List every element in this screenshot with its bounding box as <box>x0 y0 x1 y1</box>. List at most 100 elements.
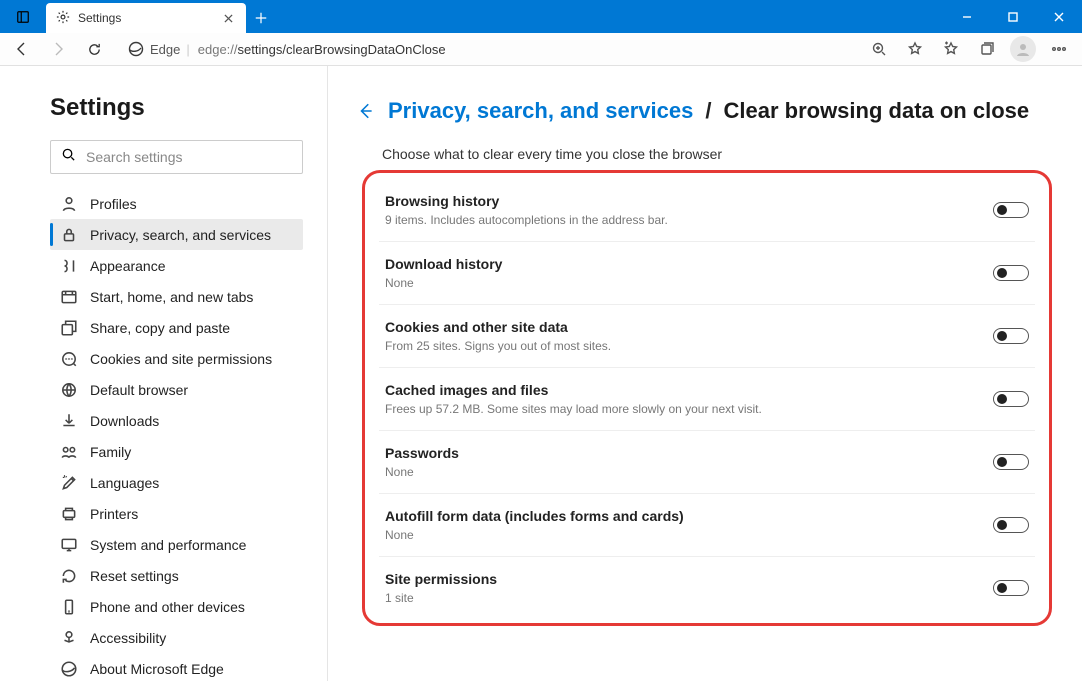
refresh-button[interactable] <box>78 35 110 63</box>
search-input[interactable] <box>86 149 292 165</box>
search-icon <box>61 147 76 167</box>
sidebar-item-default-browser[interactable]: Default browser <box>50 374 303 405</box>
breadcrumb-separator: / <box>705 98 711 124</box>
sidebar-item-share-copy-and-paste[interactable]: Share, copy and paste <box>50 312 303 343</box>
sidebar-item-label: Appearance <box>90 258 166 274</box>
settings-nav-list: Profiles Privacy, search, and services App… <box>50 188 303 681</box>
toolbar-right <box>862 35 1076 63</box>
sidebar-item-system-and-performance[interactable]: System and performance <box>50 529 303 560</box>
option-text: Autofill form data (includes forms and c… <box>385 508 684 542</box>
nav-icon <box>60 598 78 616</box>
sidebar-item-label: Start, home, and new tabs <box>90 289 253 305</box>
tab-actions-button[interactable] <box>0 0 46 33</box>
option-title: Browsing history <box>385 193 668 209</box>
address-url: edge://settings/clearBrowsingDataOnClose <box>198 42 446 57</box>
sidebar-item-family[interactable]: Family <box>50 436 303 467</box>
nav-icon <box>60 660 78 678</box>
breadcrumb: Privacy, search, and services / Clear br… <box>356 98 1058 124</box>
nav-icon <box>60 319 78 337</box>
forward-button[interactable] <box>42 35 74 63</box>
tab-settings[interactable]: Settings <box>46 3 246 33</box>
toggle-switch[interactable] <box>993 265 1029 281</box>
settings-content: Privacy, search, and services / Clear br… <box>328 66 1082 681</box>
tab-strip: Settings <box>46 0 276 33</box>
sidebar-item-label: Share, copy and paste <box>90 320 230 336</box>
profile-avatar[interactable] <box>1006 35 1040 63</box>
toggle-switch[interactable] <box>993 580 1029 596</box>
toggle-switch[interactable] <box>993 517 1029 533</box>
sidebar-item-privacy-search-and-services[interactable]: Privacy, search, and services <box>50 219 303 250</box>
toggle-switch[interactable] <box>993 454 1029 470</box>
nav-icon <box>60 412 78 430</box>
sidebar-item-printers[interactable]: Printers <box>50 498 303 529</box>
option-desc: None <box>385 276 502 290</box>
maximize-button[interactable] <box>990 0 1036 33</box>
nav-icon <box>60 474 78 492</box>
sidebar-item-start-home-and-new-tabs[interactable]: Start, home, and new tabs <box>50 281 303 312</box>
tab-title: Settings <box>78 11 121 25</box>
sidebar-item-label: Phone and other devices <box>90 599 245 615</box>
option-row: Cookies and other site data From 25 sites… <box>379 305 1035 368</box>
sidebar-item-phone-and-other-devices[interactable]: Phone and other devices <box>50 591 303 622</box>
option-desc: From 25 sites. Signs you out of most sit… <box>385 339 611 353</box>
sidebar-item-accessibility[interactable]: Accessibility <box>50 622 303 653</box>
toggle-switch[interactable] <box>993 328 1029 344</box>
new-tab-button[interactable] <box>246 3 276 33</box>
titlebar-drag-region <box>276 0 944 33</box>
nav-icon <box>60 381 78 399</box>
sidebar-item-label: Profiles <box>90 196 137 212</box>
sidebar-item-cookies-and-site-permissions[interactable]: Cookies and site permissions <box>50 343 303 374</box>
sidebar-item-reset-settings[interactable]: Reset settings <box>50 560 303 591</box>
window-controls <box>944 0 1082 33</box>
star-plus-icon[interactable] <box>898 35 932 63</box>
breadcrumb-back-icon[interactable] <box>356 101 376 121</box>
toggle-switch[interactable] <box>993 391 1029 407</box>
option-text: Cookies and other site data From 25 sites… <box>385 319 611 353</box>
minimize-button[interactable] <box>944 0 990 33</box>
sidebar-item-label: System and performance <box>90 537 246 553</box>
option-row: Autofill form data (includes forms and c… <box>379 494 1035 557</box>
section-subtitle: Choose what to clear every time you clos… <box>382 146 1058 162</box>
collections-icon[interactable] <box>970 35 1004 63</box>
option-text: Cached images and files Frees up 57.2 MB.… <box>385 382 762 416</box>
browser-toolbar: Edge | edge://settings/clearBrowsingData… <box>0 33 1082 66</box>
sidebar-item-label: Accessibility <box>90 630 166 646</box>
sidebar-item-appearance[interactable]: Appearance <box>50 250 303 281</box>
option-desc: None <box>385 465 459 479</box>
address-provider: Edge <box>150 42 180 57</box>
close-window-button[interactable] <box>1036 0 1082 33</box>
titlebar: Settings <box>0 0 1082 33</box>
sidebar-item-downloads[interactable]: Downloads <box>50 405 303 436</box>
option-title: Cookies and other site data <box>385 319 611 335</box>
sidebar-item-profiles[interactable]: Profiles <box>50 188 303 219</box>
page-title: Settings <box>50 94 303 122</box>
option-title: Cached images and files <box>385 382 762 398</box>
sidebar-item-label: Cookies and site permissions <box>90 351 272 367</box>
option-title: Site permissions <box>385 571 497 587</box>
option-desc: Frees up 57.2 MB. Some sites may load mo… <box>385 402 762 416</box>
toggle-switch[interactable] <box>993 202 1029 218</box>
search-settings-box[interactable] <box>50 140 303 174</box>
back-button[interactable] <box>6 35 38 63</box>
settings-sidebar: Settings Profiles Privacy, search, and se… <box>0 66 328 681</box>
zoom-icon[interactable] <box>862 35 896 63</box>
option-desc: 1 site <box>385 591 497 605</box>
option-text: Browsing history9 items. Includes autoco… <box>385 193 668 227</box>
edge-logo-icon <box>128 41 144 57</box>
nav-icon <box>60 567 78 585</box>
sidebar-item-label: Printers <box>90 506 138 522</box>
sidebar-item-label: Privacy, search, and services <box>90 227 271 243</box>
nav-icon <box>60 536 78 554</box>
option-text: Download historyNone <box>385 256 502 290</box>
sidebar-item-languages[interactable]: Languages <box>50 467 303 498</box>
favorites-icon[interactable] <box>934 35 968 63</box>
option-row: Download historyNone <box>379 242 1035 305</box>
sidebar-item-label: Family <box>90 444 131 460</box>
address-bar[interactable]: Edge | edge://settings/clearBrowsingData… <box>120 36 852 62</box>
close-icon[interactable] <box>220 10 236 26</box>
more-icon[interactable] <box>1042 35 1076 63</box>
sidebar-item-label: Languages <box>90 475 159 491</box>
breadcrumb-link[interactable]: Privacy, search, and services <box>388 98 693 124</box>
option-text: PasswordsNone <box>385 445 459 479</box>
sidebar-item-about-microsoft-edge[interactable]: About Microsoft Edge <box>50 653 303 681</box>
